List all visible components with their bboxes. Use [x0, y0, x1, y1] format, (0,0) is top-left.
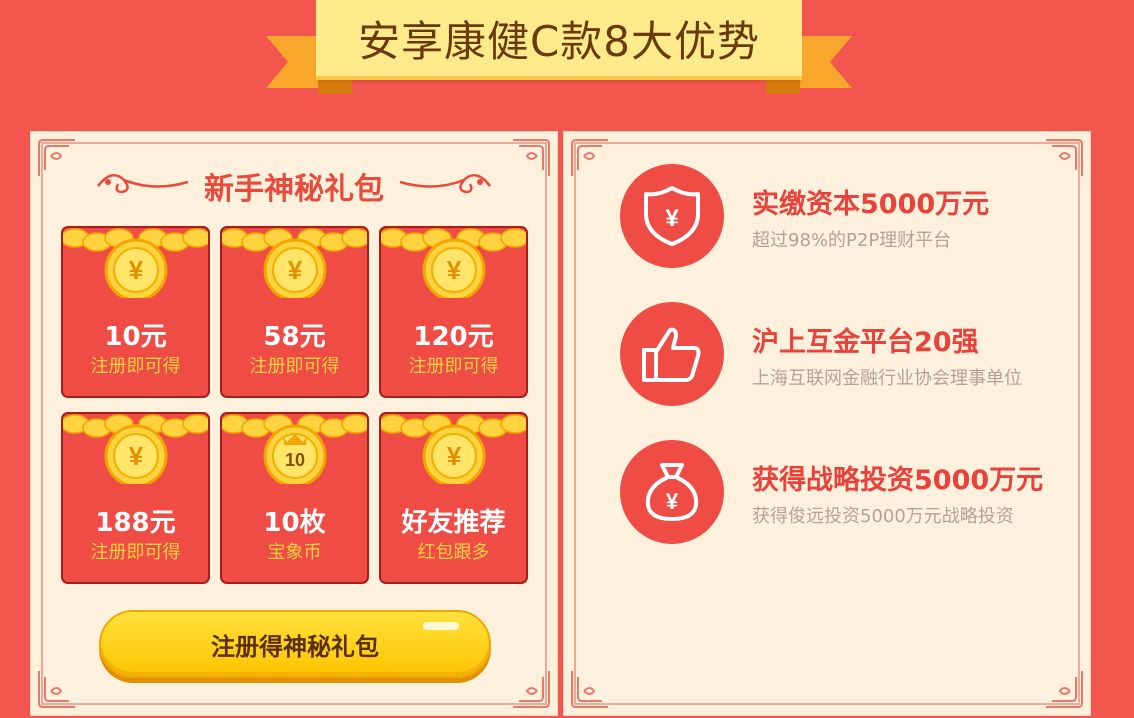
- gift-card[interactable]: ¥ 188元 注册即可得: [61, 412, 210, 584]
- yen-coin-icon: ¥: [381, 228, 526, 298]
- title-ribbon: 安享康健C款8大优势: [266, 0, 852, 96]
- button-gloss: [423, 622, 459, 630]
- advantage-icon-circle: ¥: [620, 440, 724, 544]
- gift-card[interactable]: 10 10枚 宝象币: [220, 412, 369, 584]
- register-button-label: 注册得神秘礼包: [211, 632, 379, 661]
- advantage-item: ¥ 实缴资本5000万元 超过98%的P2P理财平台: [620, 164, 1060, 268]
- corner-ornament: [1046, 671, 1083, 708]
- gift-card[interactable]: ¥ 120元 注册即可得: [379, 226, 528, 398]
- yen-coin-icon: ¥: [63, 414, 208, 484]
- gift-panel: 新手神秘礼包 ¥ 10元 注册即可得 ¥ 58元 注册即可得 ¥ 120元 注册…: [30, 131, 558, 716]
- register-gift-button[interactable]: 注册得神秘礼包: [99, 610, 491, 678]
- advantage-heading: 沪上互金平台20强: [752, 327, 979, 358]
- swirl-ornament-right: [399, 173, 491, 194]
- advantage-description: 上海互联网金融行业协会理事单位: [752, 368, 1022, 389]
- svg-text:¥: ¥: [288, 255, 303, 285]
- advantages-panel: ¥ 实缴资本5000万元 超过98%的P2P理财平台 沪上互金平台20强 上海互…: [563, 131, 1091, 716]
- advantage-icon-circle: [620, 302, 724, 406]
- page-title: 安享康健C款8大优势: [357, 16, 761, 66]
- gift-subtitle: 注册即可得: [90, 356, 181, 377]
- yen-coin-icon: ¥: [63, 228, 208, 298]
- advantage-item: ¥ 获得战略投资5000万元 获得俊远投资5000万元战略投资: [620, 440, 1060, 544]
- gift-card[interactable]: ¥ 好友推荐 红包跟多: [379, 412, 528, 584]
- advantage-description: 超过98%的P2P理财平台: [752, 230, 952, 251]
- advantage-item: 沪上互金平台20强 上海互联网金融行业协会理事单位: [620, 302, 1060, 406]
- svg-text:¥: ¥: [666, 489, 679, 514]
- thumbs-up-icon: [642, 327, 701, 382]
- gift-amount: 188元: [95, 508, 176, 538]
- gift-subtitle: 宝象币: [267, 542, 322, 563]
- gift-amount: 10元: [104, 322, 167, 352]
- corner-ornament: [513, 671, 550, 708]
- corner-ornament: [38, 671, 75, 708]
- shield-yen-icon: ¥: [644, 186, 700, 246]
- gift-card[interactable]: ¥ 10元 注册即可得: [61, 226, 210, 398]
- svg-text:¥: ¥: [129, 441, 144, 471]
- advantage-icon-circle: ¥: [620, 164, 724, 268]
- advantage-description: 获得俊远投资5000万元战略投资: [752, 506, 1014, 527]
- svg-text:¥: ¥: [447, 441, 462, 471]
- gift-amount: 58元: [263, 322, 326, 352]
- ribbon-banner: 安享康健C款8大优势: [316, 0, 802, 80]
- advantage-heading: 实缴资本5000万元: [752, 189, 990, 220]
- yen-coin-icon: ¥: [222, 228, 367, 298]
- gift-amount: 10枚: [263, 508, 326, 538]
- gift-amount: 120元: [413, 322, 494, 352]
- gift-subtitle: 红包跟多: [417, 542, 490, 563]
- gift-subtitle: 注册即可得: [408, 356, 499, 377]
- advantage-heading: 获得战略投资5000万元: [752, 465, 1044, 496]
- coin-count: 10: [285, 450, 305, 470]
- svg-text:¥: ¥: [447, 255, 462, 285]
- gift-subtitle: 注册即可得: [249, 356, 340, 377]
- gift-amount: 好友推荐: [401, 508, 506, 538]
- yen-coin-icon: ¥: [381, 414, 526, 484]
- gift-card[interactable]: ¥ 58元 注册即可得: [220, 226, 369, 398]
- gift-subtitle: 注册即可得: [90, 542, 181, 563]
- svg-text:¥: ¥: [665, 205, 679, 232]
- money-bag-icon: ¥: [645, 463, 699, 521]
- gift-cards: ¥ 10元 注册即可得 ¥ 58元 注册即可得 ¥ 120元 注册即可得 ¥ 1…: [61, 226, 528, 584]
- svg-text:¥: ¥: [129, 255, 144, 285]
- corner-ornament: [571, 139, 608, 176]
- corner-ornament: [571, 671, 608, 708]
- crown-coin-icon: 10: [222, 414, 367, 484]
